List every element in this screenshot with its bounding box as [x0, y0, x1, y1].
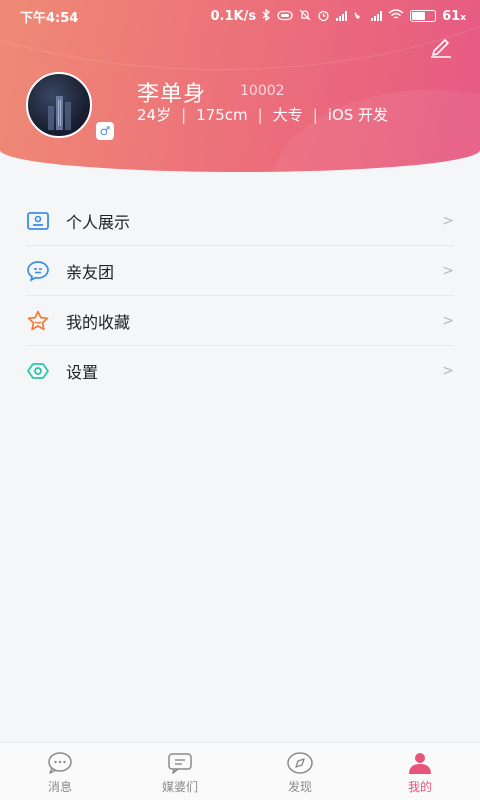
wifi-icon [388, 9, 404, 23]
battery-icon [410, 10, 437, 22]
chevron-right-icon: > [442, 262, 454, 279]
status-time: 下午4:54 [20, 10, 79, 26]
tab-discover[interactable]: 发现 [240, 743, 360, 800]
tab-label: 我的 [407, 779, 432, 794]
menu-item-friends-group[interactable]: 亲友团 > [26, 246, 454, 296]
signal-icon [371, 11, 383, 21]
avatar-image [48, 96, 71, 130]
tab-mine[interactable]: 我的 [360, 743, 480, 800]
hd-call-icon [353, 10, 365, 23]
menu-label: 亲友团 [66, 262, 115, 282]
menu-label: 我的收藏 [66, 312, 131, 332]
vibrate-icon [277, 10, 293, 23]
user-education: 大专 [272, 106, 303, 124]
tab-label: 发现 [287, 779, 312, 794]
gender-badge: ♂ [96, 122, 114, 140]
divider: | [181, 105, 187, 124]
menu-label: 个人展示 [66, 212, 131, 232]
chat-bubble-icon [27, 260, 49, 282]
chevron-right-icon: > [442, 212, 454, 229]
status-bar: 下午4:54 0.1K/s 61x [0, 0, 480, 32]
message-icon [48, 751, 72, 774]
user-job: iOS 开发 [327, 106, 389, 124]
tab-label: 消息 [47, 779, 72, 794]
bluetooth-icon [262, 8, 271, 23]
menu-item-settings[interactable]: 设置 > [26, 346, 454, 396]
menu-item-personal-showcase[interactable]: 个人展示 > [26, 196, 454, 246]
matchmaker-icon [168, 752, 192, 774]
star-icon [27, 310, 49, 330]
user-age: 24岁 [137, 106, 172, 124]
chevron-right-icon: > [442, 312, 454, 329]
network-speed: 0.1K/s [210, 8, 257, 24]
compass-icon [287, 751, 313, 774]
battery-text: 61x [442, 8, 466, 24]
alarm-icon [317, 9, 330, 24]
profile-card-icon [27, 211, 49, 230]
chevron-right-icon: > [442, 363, 454, 379]
user-info: 24岁 | 175cm | 大专 | iOS 开发 [137, 104, 388, 125]
tab-label: 媒婆们 [161, 779, 198, 794]
header-decoration [270, 90, 480, 172]
menu-list: 个人展示 > 亲友团 > 我的收藏 > 设置 > [26, 196, 454, 396]
menu-item-favorites[interactable]: 我的收藏 > [26, 296, 454, 346]
edit-profile-icon[interactable] [428, 36, 454, 58]
avatar[interactable] [26, 72, 92, 138]
tab-matchmakers[interactable]: 媒婆们 [120, 743, 240, 800]
divider: | [312, 105, 318, 124]
tab-messages[interactable]: 消息 [0, 743, 120, 800]
user-icon [409, 752, 431, 774]
eye-settings-icon [27, 363, 49, 379]
menu-label: 设置 [66, 363, 99, 382]
user-height: 175cm [196, 105, 248, 124]
user-id: 10002 [240, 83, 285, 99]
bottom-tab-bar: 消息 媒婆们 发现 我的 [0, 742, 480, 800]
divider: | [257, 105, 263, 124]
mute-bell-icon [299, 9, 311, 23]
signal-icon [336, 11, 348, 21]
